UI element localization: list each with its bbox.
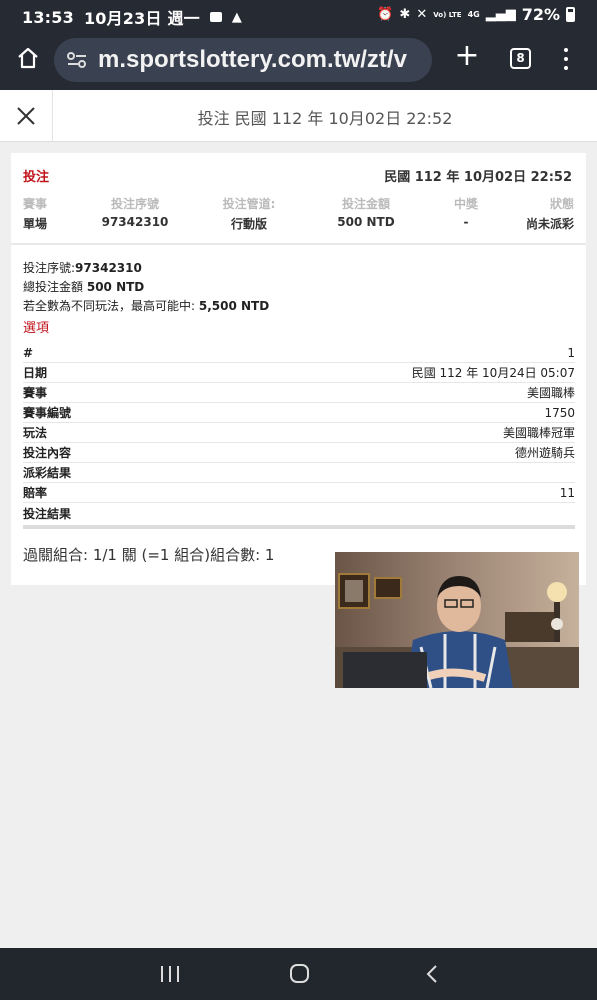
- url-bar[interactable]: m.sportslottery.com.tw/zt/v: [54, 38, 432, 82]
- signal-icon: ▂▄▆: [485, 7, 516, 22]
- row-value: 美國職棒冠軍: [502, 426, 575, 440]
- bluetooth-icon: ✱: [399, 7, 411, 22]
- bet-summary: 投注 民國 112 年 10月02日 22:52 賽事 投注序號 投注管道: 投…: [11, 153, 586, 245]
- options-table: # 1 日期 民國 112 年 10月24日 05:07 賽事 美國職棒 賽事編…: [23, 343, 575, 529]
- table-row: 投注內容 德州遊騎兵: [23, 443, 575, 463]
- amount-line: 總投注金額 500 NTD: [23, 278, 575, 297]
- browser-toolbar: m.sportslottery.com.tw/zt/v + 8: [0, 30, 597, 90]
- bet-detail: 投注序號:97342310 總投注金額 500 NTD 若全數為不同玩法，最高可…: [23, 259, 575, 565]
- header-channel: 投注管道:: [222, 197, 276, 211]
- header-win: 中獎: [453, 197, 478, 211]
- 4g-icon: 4G: [467, 10, 480, 19]
- table-row: # 1: [23, 343, 575, 363]
- row-label: 賠率: [23, 486, 48, 500]
- summary-headers: 賽事 投注序號 投注管道: 投注金額 中獎 狀態: [11, 195, 586, 212]
- serial-value: 97342310: [75, 261, 142, 275]
- table-row: 日期 民國 112 年 10月24日 05:07: [23, 363, 575, 383]
- table-row: 賠率 11: [23, 483, 575, 503]
- status-right: ⏰ ✱ ✕ Vo) LTE 4G ▂▄▆ 72%: [377, 5, 575, 24]
- row-label: 投注結果: [23, 506, 72, 521]
- page-header: 投注 民國 112 年 10月02日 22:52: [0, 90, 597, 142]
- value-serial: 97342310: [101, 215, 169, 229]
- row-value: 德州遊騎兵: [514, 446, 575, 460]
- divider: [23, 525, 575, 529]
- header-serial: 投注序號: [110, 197, 159, 211]
- row-label: 日期: [23, 366, 48, 380]
- value-win: -: [463, 215, 469, 229]
- url-text[interactable]: m.sportslottery.com.tw/zt/v: [98, 46, 407, 74]
- value-channel: 行動版: [230, 217, 267, 231]
- home-icon: [18, 47, 38, 69]
- row-value: 民國 112 年 10月24日 05:07: [411, 366, 575, 380]
- back-icon: [426, 965, 437, 983]
- battery-percent: 72%: [521, 5, 560, 24]
- close-button[interactable]: [0, 90, 53, 142]
- video-overlay[interactable]: [335, 552, 579, 688]
- more-menu-button[interactable]: [556, 46, 576, 72]
- value-event: 單場: [23, 217, 48, 231]
- close-icon: [17, 107, 35, 125]
- row-label: 玩法: [23, 426, 48, 440]
- bet-type-label: 投注: [23, 170, 50, 185]
- tab-switcher-button[interactable]: 8: [510, 48, 531, 69]
- bet-card: 投注 民國 112 年 10月02日 22:52 賽事 投注序號 投注管道: 投…: [11, 153, 586, 585]
- amount-label: 總投注金額: [23, 280, 84, 294]
- battery-icon: [566, 7, 575, 22]
- header-amount: 投注金額: [341, 197, 390, 211]
- serial-label: 投注序號:: [23, 261, 76, 275]
- mute-icon: ✕: [416, 7, 428, 22]
- table-row: 投注結果: [23, 503, 575, 523]
- back-button[interactable]: [425, 964, 439, 984]
- system-nav-bar: [0, 948, 597, 1000]
- video-frame-image: [335, 552, 579, 688]
- serial-line: 投注序號:97342310: [23, 259, 575, 278]
- max-win-value: 5,500 NTD: [198, 299, 270, 313]
- table-row: 賽事 美國職棒: [23, 383, 575, 403]
- header-event: 賽事: [23, 197, 48, 211]
- value-amount: 500 NTD: [337, 215, 395, 229]
- status-date: 10月23日 週一: [83, 9, 200, 28]
- summary-values: 單場 97342310 行動版 500 NTD - 尚未派彩: [11, 215, 586, 232]
- status-left: 13:53 10月23日 週一 ▲: [22, 5, 242, 29]
- row-label: #: [23, 345, 34, 360]
- row-label: 賽事編號: [23, 406, 72, 420]
- recent-apps-button[interactable]: [161, 966, 179, 982]
- row-label: 投注內容: [23, 446, 72, 460]
- volte-icon: Vo) LTE: [433, 10, 462, 19]
- table-row: 派彩結果: [23, 463, 575, 483]
- row-value: 1: [567, 345, 575, 360]
- bet-date: 民國 112 年 10月02日 22:52: [384, 170, 572, 185]
- row-value: 美國職棒: [526, 386, 575, 400]
- amount-value: 500 NTD: [86, 280, 145, 294]
- row-label: 賽事: [23, 386, 48, 400]
- home-nav-button[interactable]: [290, 964, 309, 983]
- max-win-line: 若全數為不同玩法，最高可能中: 5,500 NTD: [23, 297, 575, 316]
- warning-icon: ▲: [231, 9, 243, 25]
- row-value: 1750: [544, 405, 575, 420]
- new-tab-button[interactable]: +: [453, 41, 481, 71]
- max-win-label: 若全數為不同玩法，最高可能中:: [23, 299, 196, 313]
- header-status: 狀態: [549, 197, 574, 211]
- table-row: 玩法 美國職棒冠軍: [23, 423, 575, 443]
- message-icon: [209, 12, 222, 22]
- status-time: 13:53: [22, 7, 74, 27]
- alarm-icon: ⏰: [377, 7, 394, 22]
- row-label: 派彩結果: [23, 466, 72, 480]
- home-button[interactable]: [12, 42, 44, 74]
- row-value: 11: [559, 485, 575, 500]
- status-bar: 13:53 10月23日 週一 ▲ ⏰ ✱ ✕ Vo) LTE 4G ▂▄▆ 7…: [0, 0, 597, 30]
- value-status: 尚未派彩: [525, 217, 574, 231]
- options-title: 選項: [23, 321, 50, 336]
- table-row: 賽事編號 1750: [23, 403, 575, 423]
- page-title: 投注 民國 112 年 10月02日 22:52: [197, 109, 453, 128]
- site-settings-icon[interactable]: [64, 47, 90, 73]
